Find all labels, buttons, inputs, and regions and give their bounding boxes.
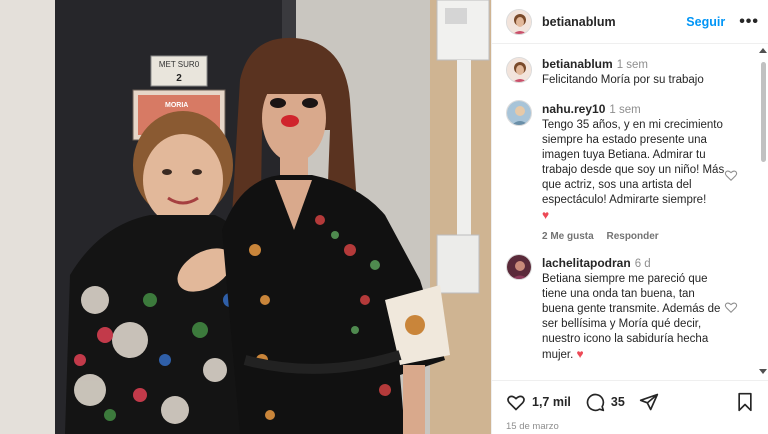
post-date[interactable]: 15 de marzo — [506, 421, 755, 432]
caption: betianablum 1 sem Felicitando Moría por s… — [492, 45, 760, 88]
comment-item: lachelitapodran 6 d Betiana siempre me pa… — [492, 242, 760, 363]
avatar[interactable] — [506, 254, 532, 280]
caption-text-block: betianablum 1 sem Felicitando Moría por s… — [542, 57, 704, 88]
avatar-image — [507, 101, 531, 125]
comment-text: Tengo 35 años, y en mi crecimiento siemp… — [542, 119, 725, 206]
comments-list: betianablum 1 sem Felicitando Moría por s… — [492, 45, 760, 378]
comment-item: nahu.rey10 1 sem Tengo 35 años, y en mi c… — [492, 88, 760, 242]
comments-scrollbar[interactable] — [759, 48, 767, 374]
avatar[interactable] — [506, 100, 532, 126]
comment-body: Tengo 35 años, y en mi crecimiento siemp… — [542, 118, 728, 224]
heart-emoji: ♥ — [542, 208, 550, 222]
share-icon[interactable] — [639, 392, 659, 412]
avatar-image — [507, 255, 531, 279]
comment-likes[interactable]: 2 Me gusta — [542, 231, 594, 242]
more-icon[interactable]: ••• — [739, 13, 759, 29]
comment-like-heart-icon[interactable] — [724, 300, 738, 314]
heart-emoji: ♥ — [576, 347, 584, 361]
door-sign-number: 2 — [176, 73, 182, 84]
comment-username[interactable]: nahu.rey10 — [542, 102, 605, 116]
likes-count[interactable]: 1,7 mil — [532, 395, 571, 409]
poster-text: MORIA — [165, 102, 188, 109]
post-photo: MET SUR0 2 MORIA — [0, 0, 491, 434]
caption-time[interactable]: 1 sem — [617, 59, 648, 71]
comment-icon[interactable] — [585, 392, 605, 412]
photo-illustration: MET SUR0 2 MORIA — [0, 0, 491, 434]
scroll-down-arrow-icon[interactable] — [759, 369, 767, 374]
comment-body: Betiana siempre me pareció que tiene una… — [542, 272, 728, 363]
avatar[interactable] — [506, 8, 532, 35]
comment-like-heart-icon[interactable] — [724, 168, 738, 182]
caption-username[interactable]: betianablum — [542, 57, 613, 71]
bookmark-icon[interactable] — [735, 392, 755, 412]
post-header: betianablum Seguir ••• — [492, 0, 768, 44]
avatar-image — [507, 58, 531, 82]
door-sign-text: MET SUR0 — [159, 60, 200, 69]
post-actions: 1,7 mil 35 15 de marzo — [492, 380, 768, 434]
comment-text-block: nahu.rey10 1 sem Tengo 35 años, y en mi c… — [542, 100, 728, 242]
heart-icon[interactable] — [506, 392, 526, 412]
scroll-thumb[interactable] — [761, 62, 766, 162]
comment-text: Betiana siempre me pareció que tiene una… — [542, 273, 721, 361]
comment-time[interactable]: 6 d — [635, 258, 651, 270]
reply-button[interactable]: Responder — [606, 231, 658, 242]
comment-username[interactable]: lachelitapodran — [542, 256, 631, 270]
comment-time[interactable]: 1 sem — [609, 104, 640, 116]
follow-button[interactable]: Seguir — [686, 15, 725, 29]
action-row: 1,7 mil 35 — [506, 391, 755, 413]
comment-text-block: lachelitapodran 6 d Betiana siempre me pa… — [542, 254, 728, 363]
scroll-up-arrow-icon[interactable] — [759, 48, 767, 53]
avatar-image — [507, 9, 531, 34]
header-username[interactable]: betianablum — [542, 15, 616, 29]
caption-text: Felicitando Moría por su trabajo — [542, 74, 704, 86]
post-side-panel: betianablum Seguir ••• betianablum 1 sem … — [491, 0, 768, 434]
avatar[interactable] — [506, 57, 532, 83]
comments-count[interactable]: 35 — [611, 395, 625, 409]
comment-meta: 2 Me gusta Responder — [542, 231, 728, 242]
